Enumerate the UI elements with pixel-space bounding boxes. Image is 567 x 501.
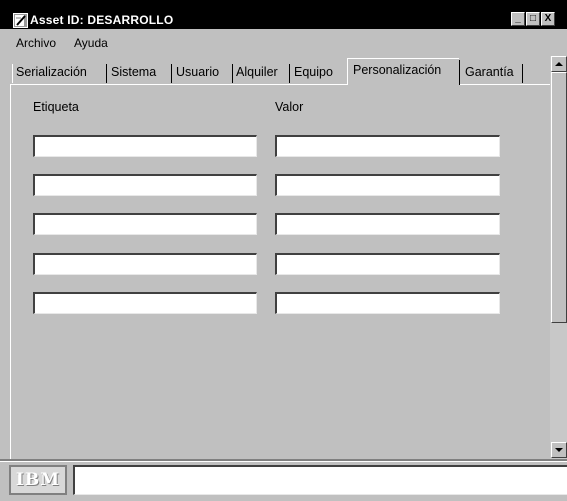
scroll-up-button[interactable] (551, 56, 567, 72)
value-field-4[interactable] (275, 253, 500, 275)
tab-personalizacion[interactable]: Personalización (347, 58, 459, 85)
tab-divider (289, 64, 290, 83)
tab-usuario[interactable]: Usuario (176, 62, 219, 84)
label-field-1[interactable] (33, 135, 257, 157)
menu-ayuda[interactable]: Ayuda (74, 36, 108, 50)
label-field-5[interactable] (33, 292, 257, 314)
tab-serializacion[interactable]: Serialización (16, 62, 87, 84)
label-column-header: Etiqueta (33, 100, 79, 114)
tab-divider (232, 64, 233, 83)
value-column-header: Valor (275, 100, 304, 114)
status-field (73, 465, 567, 495)
tab-alquiler[interactable]: Alquiler (236, 62, 278, 84)
tab-divider (171, 64, 172, 83)
tab-divider (106, 64, 107, 83)
minimize-button[interactable]: _ (511, 12, 525, 26)
tab-panel-border-left (10, 84, 11, 459)
tab-divider (522, 64, 523, 83)
maximize-button[interactable]: □ (526, 12, 540, 26)
scroll-down-button[interactable] (551, 442, 567, 458)
scroll-thumb[interactable] (551, 72, 567, 323)
label-field-4[interactable] (33, 253, 257, 275)
label-field-3[interactable] (33, 213, 257, 235)
tab-divider (12, 64, 13, 83)
value-field-2[interactable] (275, 174, 500, 196)
value-field-5[interactable] (275, 292, 500, 314)
label-field-2[interactable] (33, 174, 257, 196)
pencil-document-icon[interactable] (13, 13, 28, 28)
arrow-down-icon (555, 448, 563, 452)
tab-equipo[interactable]: Equipo (294, 62, 333, 84)
value-field-1[interactable] (275, 135, 500, 157)
menu-archivo[interactable]: Archivo (16, 36, 56, 50)
value-field-3[interactable] (275, 213, 500, 235)
tab-sistema[interactable]: Sistema (111, 62, 156, 84)
close-button[interactable]: X (541, 12, 555, 26)
arrow-up-icon (555, 62, 563, 66)
tab-panel-border (10, 84, 550, 85)
ibm-logo: IBM (9, 465, 67, 495)
window-title: Asset ID: DESARROLLO (30, 13, 174, 27)
separator (0, 459, 567, 462)
tab-garantia[interactable]: Garantía (465, 62, 514, 84)
tab-divider (459, 60, 460, 85)
